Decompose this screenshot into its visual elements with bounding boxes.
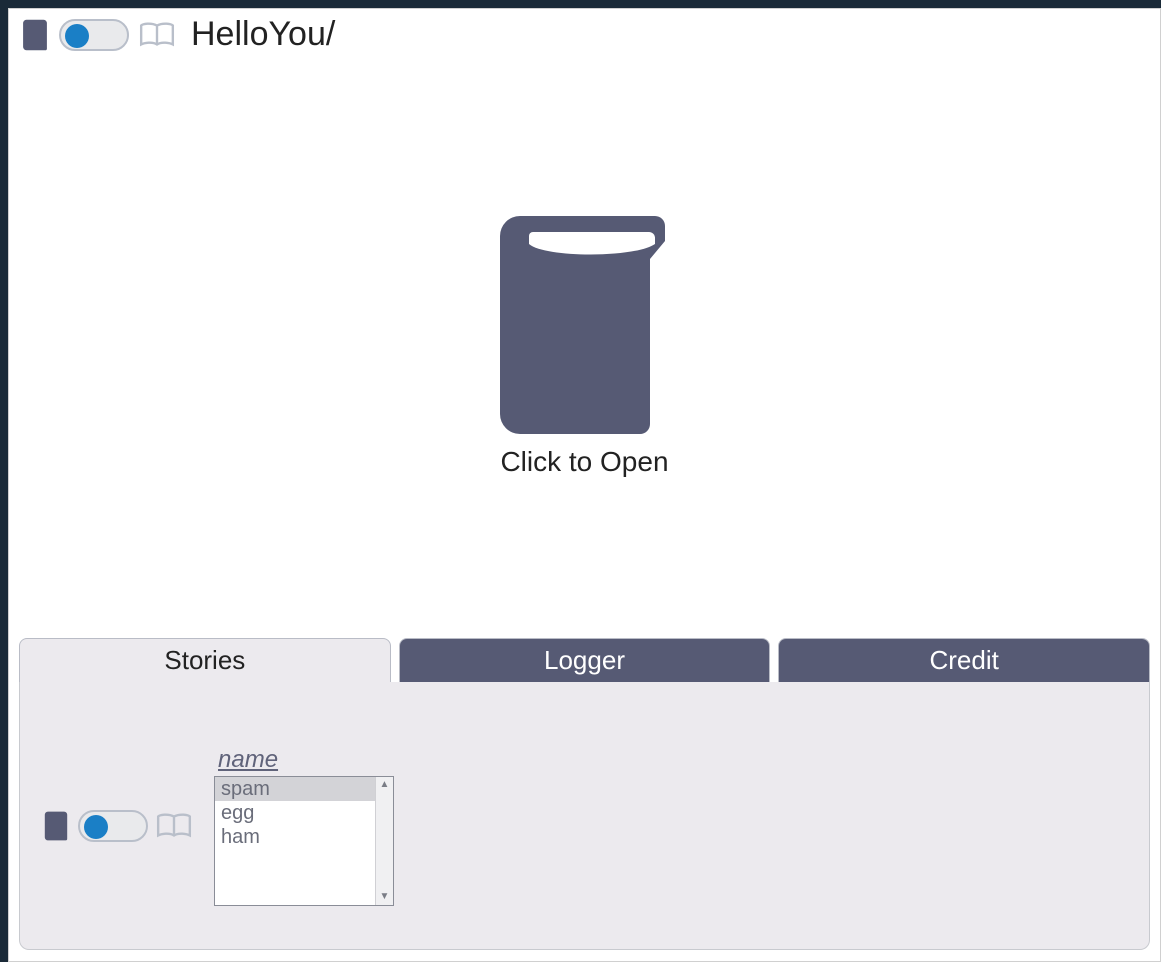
story-view-toggle[interactable] xyxy=(78,810,148,842)
list-item[interactable]: egg xyxy=(215,801,375,825)
toggle-knob xyxy=(84,815,108,839)
toggle-knob xyxy=(65,24,89,48)
scroll-down-icon[interactable]: ▼ xyxy=(380,889,390,905)
book-closed-icon xyxy=(19,17,51,53)
page-title: HelloYou/ xyxy=(191,15,335,54)
book-open-icon xyxy=(154,808,194,844)
app-window: HelloYou/ Click to Open Stories Logger C… xyxy=(8,8,1161,962)
tab-stories[interactable]: Stories xyxy=(19,638,391,682)
book-open-icon xyxy=(137,17,177,53)
listbox-scrollbar[interactable]: ▲ ▼ xyxy=(375,777,393,905)
list-item-label: ham xyxy=(221,826,260,848)
list-item-label: spam xyxy=(221,778,270,800)
tab-label: Logger xyxy=(544,645,625,676)
list-item[interactable]: ham xyxy=(215,825,375,849)
story-list-header: name xyxy=(214,746,394,774)
view-toggle[interactable] xyxy=(59,19,129,51)
list-item[interactable]: spam xyxy=(215,777,375,801)
open-book-label: Click to Open xyxy=(500,446,668,478)
list-item-label: egg xyxy=(221,802,254,824)
bottom-panel: Stories Logger Credit xyxy=(19,638,1150,953)
tab-row: Stories Logger Credit xyxy=(19,638,1150,682)
tab-credit[interactable]: Credit xyxy=(778,638,1150,682)
tab-label: Credit xyxy=(930,645,999,676)
open-book-button[interactable] xyxy=(495,206,675,436)
tab-body-stories: name spam egg ham ▲ ▼ xyxy=(19,682,1150,950)
header-bar: HelloYou/ xyxy=(9,9,1160,56)
tab-logger[interactable]: Logger xyxy=(399,638,771,682)
story-view-toggle-group xyxy=(40,808,194,844)
main-area: Click to Open xyxy=(9,56,1160,616)
scroll-up-icon[interactable]: ▲ xyxy=(380,777,390,793)
story-list-column: name spam egg ham ▲ ▼ xyxy=(214,746,394,906)
tab-label: Stories xyxy=(164,645,245,676)
book-closed-icon xyxy=(40,808,72,844)
story-listbox[interactable]: spam egg ham ▲ ▼ xyxy=(214,776,394,906)
